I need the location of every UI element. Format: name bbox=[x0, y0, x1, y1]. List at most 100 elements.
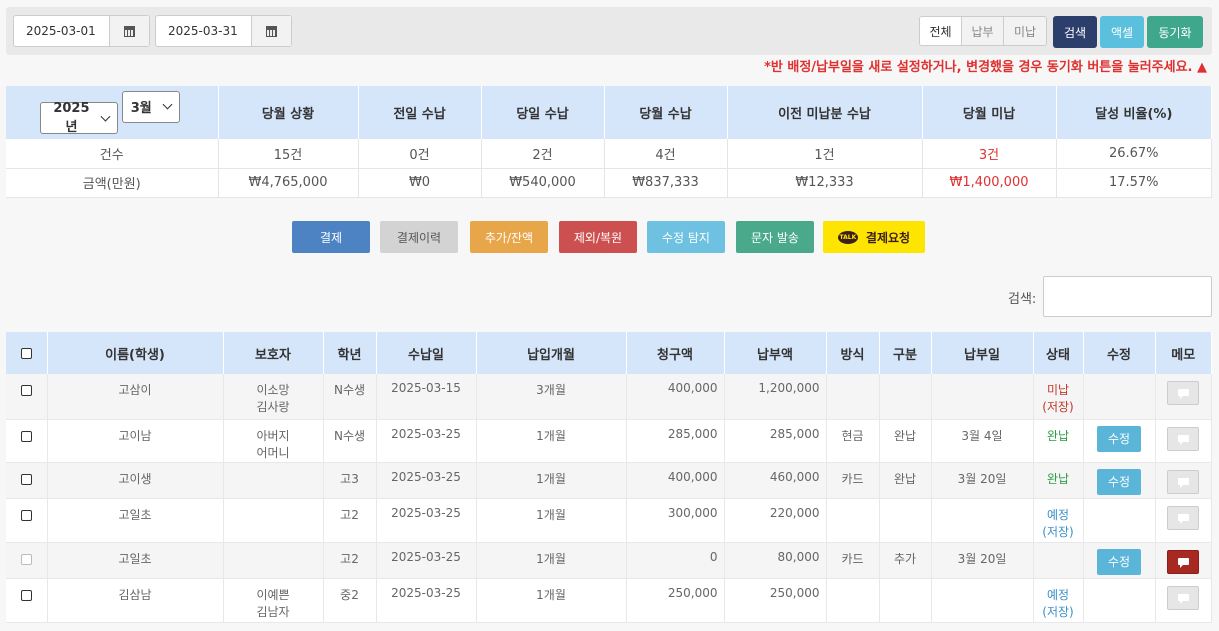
memo-button[interactable] bbox=[1167, 381, 1200, 405]
paid-amount: 80,000 bbox=[724, 542, 827, 579]
end-calendar-button[interactable] bbox=[251, 16, 291, 46]
add-balance-button[interactable]: 추가/잔액 bbox=[470, 221, 548, 253]
end-date-value[interactable]: 2025-03-31 bbox=[156, 24, 251, 38]
edit-button[interactable]: 수정 bbox=[1097, 468, 1141, 495]
summary-cell: ₩12,333 bbox=[727, 168, 923, 198]
memo-cell bbox=[1155, 374, 1212, 420]
memo-button-active[interactable] bbox=[1167, 549, 1200, 574]
calendar-icon bbox=[266, 25, 277, 37]
speech-bubble-icon bbox=[1178, 557, 1190, 568]
row-checkbox[interactable] bbox=[20, 553, 32, 565]
student-name: 고삼이 bbox=[47, 374, 224, 420]
search-button[interactable]: 검색 bbox=[1053, 16, 1097, 48]
memo-cell bbox=[1155, 542, 1212, 579]
row-checkbox[interactable] bbox=[20, 589, 32, 601]
table-row: 고일초 고2 2025-03-25 1개월 0 80,000 카드 추가 3월 … bbox=[6, 542, 1212, 579]
memo-button[interactable] bbox=[1167, 585, 1200, 610]
select-all-checkbox[interactable] bbox=[20, 347, 32, 359]
grade: 중2 bbox=[323, 578, 377, 623]
filter-all-button[interactable]: 전체 bbox=[920, 17, 962, 45]
column-header: 납부일 bbox=[931, 332, 1034, 374]
search-label: 검색: bbox=[1008, 292, 1037, 307]
pay-type bbox=[879, 498, 932, 543]
edit-scan-button[interactable]: 수정 탐지 bbox=[647, 221, 725, 253]
summary-cell: ₩1,400,000 bbox=[922, 168, 1057, 198]
paid-on: 3월 20일 bbox=[931, 462, 1034, 499]
edit-button[interactable]: 수정 bbox=[1097, 425, 1141, 452]
status-text: 예정 bbox=[1046, 507, 1070, 522]
summary-cell: ₩540,000 bbox=[481, 168, 605, 198]
status-note: (저장) bbox=[1042, 604, 1074, 619]
start-date-value[interactable]: 2025-03-01 bbox=[14, 24, 109, 38]
excel-button[interactable]: 액셀 bbox=[1100, 16, 1144, 48]
status-text: 예정 bbox=[1046, 587, 1070, 602]
column-header: 납입개월 bbox=[476, 332, 627, 374]
grade: N수생 bbox=[323, 374, 377, 420]
memo-cell bbox=[1155, 462, 1212, 499]
pay-type bbox=[879, 578, 932, 623]
summary-cell: ₩0 bbox=[358, 168, 482, 198]
start-date-field[interactable]: 2025-03-01 bbox=[13, 15, 150, 47]
column-header: 납부액 bbox=[724, 332, 827, 374]
column-header: 방식 bbox=[826, 332, 880, 374]
end-date-field[interactable]: 2025-03-31 bbox=[155, 15, 292, 47]
kakao-request-button[interactable]: TALK 결제요청 bbox=[823, 221, 925, 253]
speech-bubble-icon bbox=[1178, 389, 1190, 399]
memo-button[interactable] bbox=[1167, 469, 1200, 494]
edit-cell: 수정 bbox=[1083, 462, 1156, 499]
row-select-cell bbox=[6, 462, 48, 499]
filter-bar: 2025-03-01 2025-03-31 전체 납부 미납 검색 액셀 동기화 bbox=[6, 7, 1212, 55]
exclude-restore-button[interactable]: 제외/복원 bbox=[559, 221, 637, 253]
filter-unpaid-button[interactable]: 미납 bbox=[1004, 17, 1046, 45]
filter-paid-button[interactable]: 납부 bbox=[962, 17, 1004, 45]
row-label: 금액(만원) bbox=[6, 168, 219, 198]
billed-amount: 400,000 bbox=[626, 462, 725, 499]
status-cell: 완납 bbox=[1033, 419, 1084, 463]
months: 1개월 bbox=[476, 498, 627, 543]
row-select-cell bbox=[6, 498, 48, 543]
row-checkbox[interactable] bbox=[20, 430, 32, 442]
history-button[interactable]: 결제이력 bbox=[380, 221, 458, 253]
sms-button[interactable]: 문자 발송 bbox=[736, 221, 814, 253]
student-name: 김삼남 bbox=[47, 578, 224, 623]
summary-cell: 4건 bbox=[604, 139, 728, 169]
summary-header: 당월 상황 bbox=[218, 86, 359, 139]
column-header: 청구액 bbox=[626, 332, 725, 374]
row-select-cell bbox=[6, 578, 48, 623]
row-checkbox[interactable] bbox=[20, 385, 32, 396]
paid-on: 3월 4일 bbox=[931, 419, 1034, 463]
memo-button[interactable] bbox=[1167, 426, 1200, 451]
summary-cell: 2건 bbox=[481, 139, 605, 169]
pay-method bbox=[826, 578, 880, 623]
speech-bubble-icon bbox=[1178, 434, 1190, 445]
payment-date: 2025-03-25 bbox=[376, 578, 477, 623]
select-all-cell bbox=[6, 332, 48, 374]
year-select[interactable]: 2025년 bbox=[39, 101, 118, 135]
row-checkbox[interactable] bbox=[20, 509, 32, 521]
edit-cell: 수정 bbox=[1083, 542, 1156, 579]
edit-button[interactable]: 수정 bbox=[1097, 548, 1141, 575]
summary-header: 당월 수납 bbox=[604, 86, 728, 139]
column-header: 수납일 bbox=[376, 332, 477, 374]
action-buttons: 결제 결제이력 추가/잔액 제외/복원 수정 탐지 문자 발송 TALK 결제요청 bbox=[0, 221, 1219, 253]
row-checkbox[interactable] bbox=[20, 473, 32, 485]
month-select[interactable]: 3월 bbox=[121, 90, 180, 123]
pay-button[interactable]: 결제 bbox=[292, 221, 370, 253]
grade: 고2 bbox=[323, 542, 377, 579]
edit-cell bbox=[1083, 578, 1156, 623]
sync-button[interactable]: 동기화 bbox=[1147, 16, 1203, 48]
paid-on bbox=[931, 374, 1034, 420]
payment-date: 2025-03-15 bbox=[376, 374, 477, 420]
student-table: 이름(학생) 보호자 학년 수납일 납입개월 청구액 납부액 방식 구분 납부일… bbox=[6, 332, 1212, 623]
summary-header: 당일 수납 bbox=[481, 86, 605, 139]
months: 1개월 bbox=[476, 578, 627, 623]
search-input[interactable] bbox=[1043, 276, 1212, 317]
payment-page: 2025-03-01 2025-03-31 전체 납부 미납 검색 액셀 동기화… bbox=[0, 0, 1219, 631]
column-header: 상태 bbox=[1033, 332, 1084, 374]
start-calendar-button[interactable] bbox=[109, 16, 149, 46]
table-row: 김삼남 이예쁜 김남자 중2 2025-03-25 1개월 250,000 250… bbox=[6, 578, 1212, 623]
guardian-name: 이예쁜 bbox=[256, 587, 290, 602]
memo-button[interactable] bbox=[1167, 505, 1200, 530]
sync-notice: *반 배정/납부일을 새로 설정하거나, 변경했을 경우 동기화 버튼을 눌러주… bbox=[764, 60, 1207, 75]
row-select-cell bbox=[6, 542, 48, 579]
